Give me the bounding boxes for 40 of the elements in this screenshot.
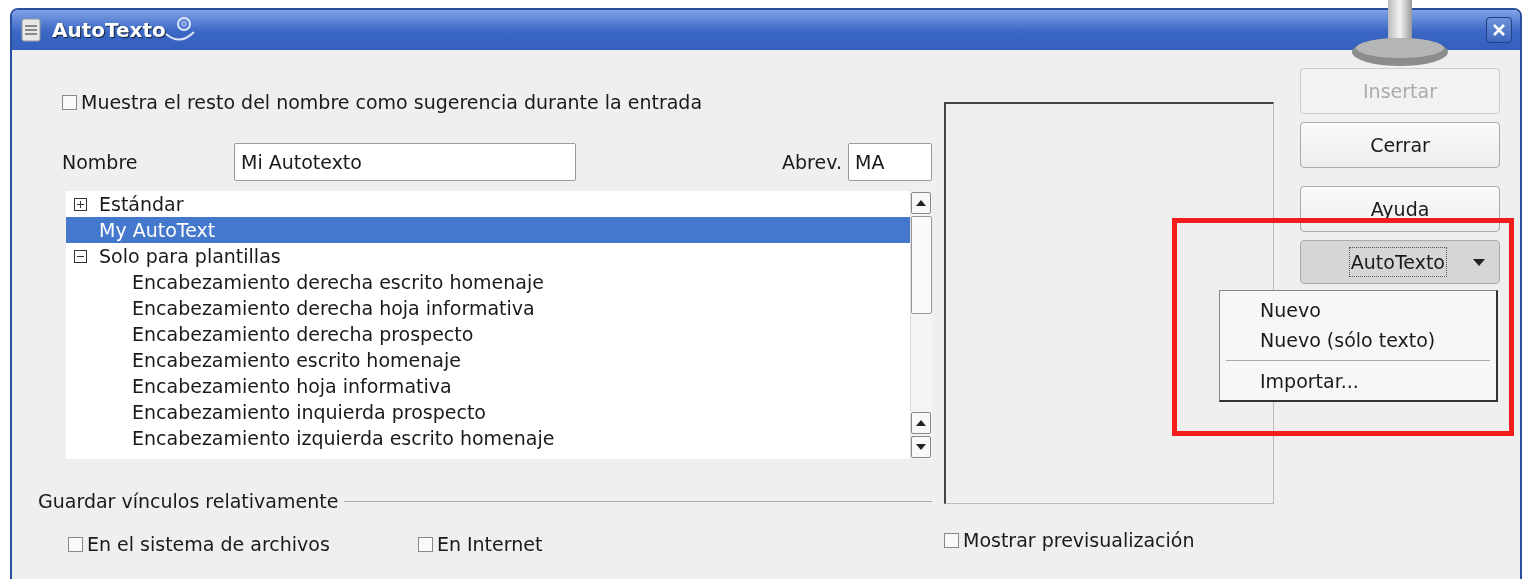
tree-item[interactable]: Encabezamiento derecha prospecto [66,321,910,348]
close-button[interactable] [1486,17,1512,43]
scroll-down-button[interactable] [911,436,931,459]
tree-item[interactable]: Solo para plantillas [66,243,910,270]
name-label: Nombre [62,150,139,175]
swirl-icon [163,16,196,44]
tree-item[interactable]: My AutoText [66,217,910,244]
abbrev-label: Abrev. [782,150,842,175]
scroll-up-button[interactable] [911,412,931,435]
document-icon [20,17,42,43]
option-checkbox[interactable]: En el sistema de archivos [68,529,330,559]
menu-item[interactable]: Nuevo (sólo texto) [1220,325,1496,355]
up-arrow-icon [916,420,926,427]
scrollbar[interactable] [910,191,932,460]
menu-item[interactable]: Importar... [1220,366,1496,396]
tree-item[interactable]: Encabezamiento derecha escrito homenaje [66,269,910,296]
abbrev-field[interactable]: MA [848,143,932,182]
tree-item[interactable]: Encabezamiento derecha hoja informativa [66,295,910,322]
down-arrow-icon [916,444,926,451]
dialog-button[interactable]: Cerrar [1300,122,1500,168]
window-title: AutoTexto [52,17,166,44]
tree-item[interactable]: Encabezamiento escrito homenaje [66,347,910,374]
tree-item[interactable]: Encabezamiento inquierda prospecto [66,399,910,426]
close-icon [1492,23,1506,37]
preview-checkbox[interactable]: Mostrar previsualización [944,526,1195,555]
group-title: Guardar vínculos relativamente [38,489,339,515]
suggestion-checkbox[interactable]: Muestra el resto del nombre como sugerencia durante la entrada [62,88,703,117]
scroll-up-button[interactable] [911,192,931,215]
up-arrow-icon [916,200,926,207]
expander-icon[interactable] [74,249,87,263]
name-field[interactable]: Mi Autotexto [234,143,576,182]
tree-item[interactable]: Encabezamiento hoja informativa [66,373,910,400]
menu-item[interactable]: Nuevo [1220,295,1496,325]
scroll-thumb[interactable] [911,216,932,315]
caret-icon [1473,258,1485,266]
option-checkbox[interactable]: En Internet [417,529,543,559]
tree-item[interactable]: Encabezamiento izquierda escrito homenaje [66,425,910,452]
expander-icon[interactable] [74,197,87,211]
tree-item[interactable]: Estándar [66,191,910,218]
autotext-menu-button[interactable]: AutoTexto [1300,240,1500,284]
